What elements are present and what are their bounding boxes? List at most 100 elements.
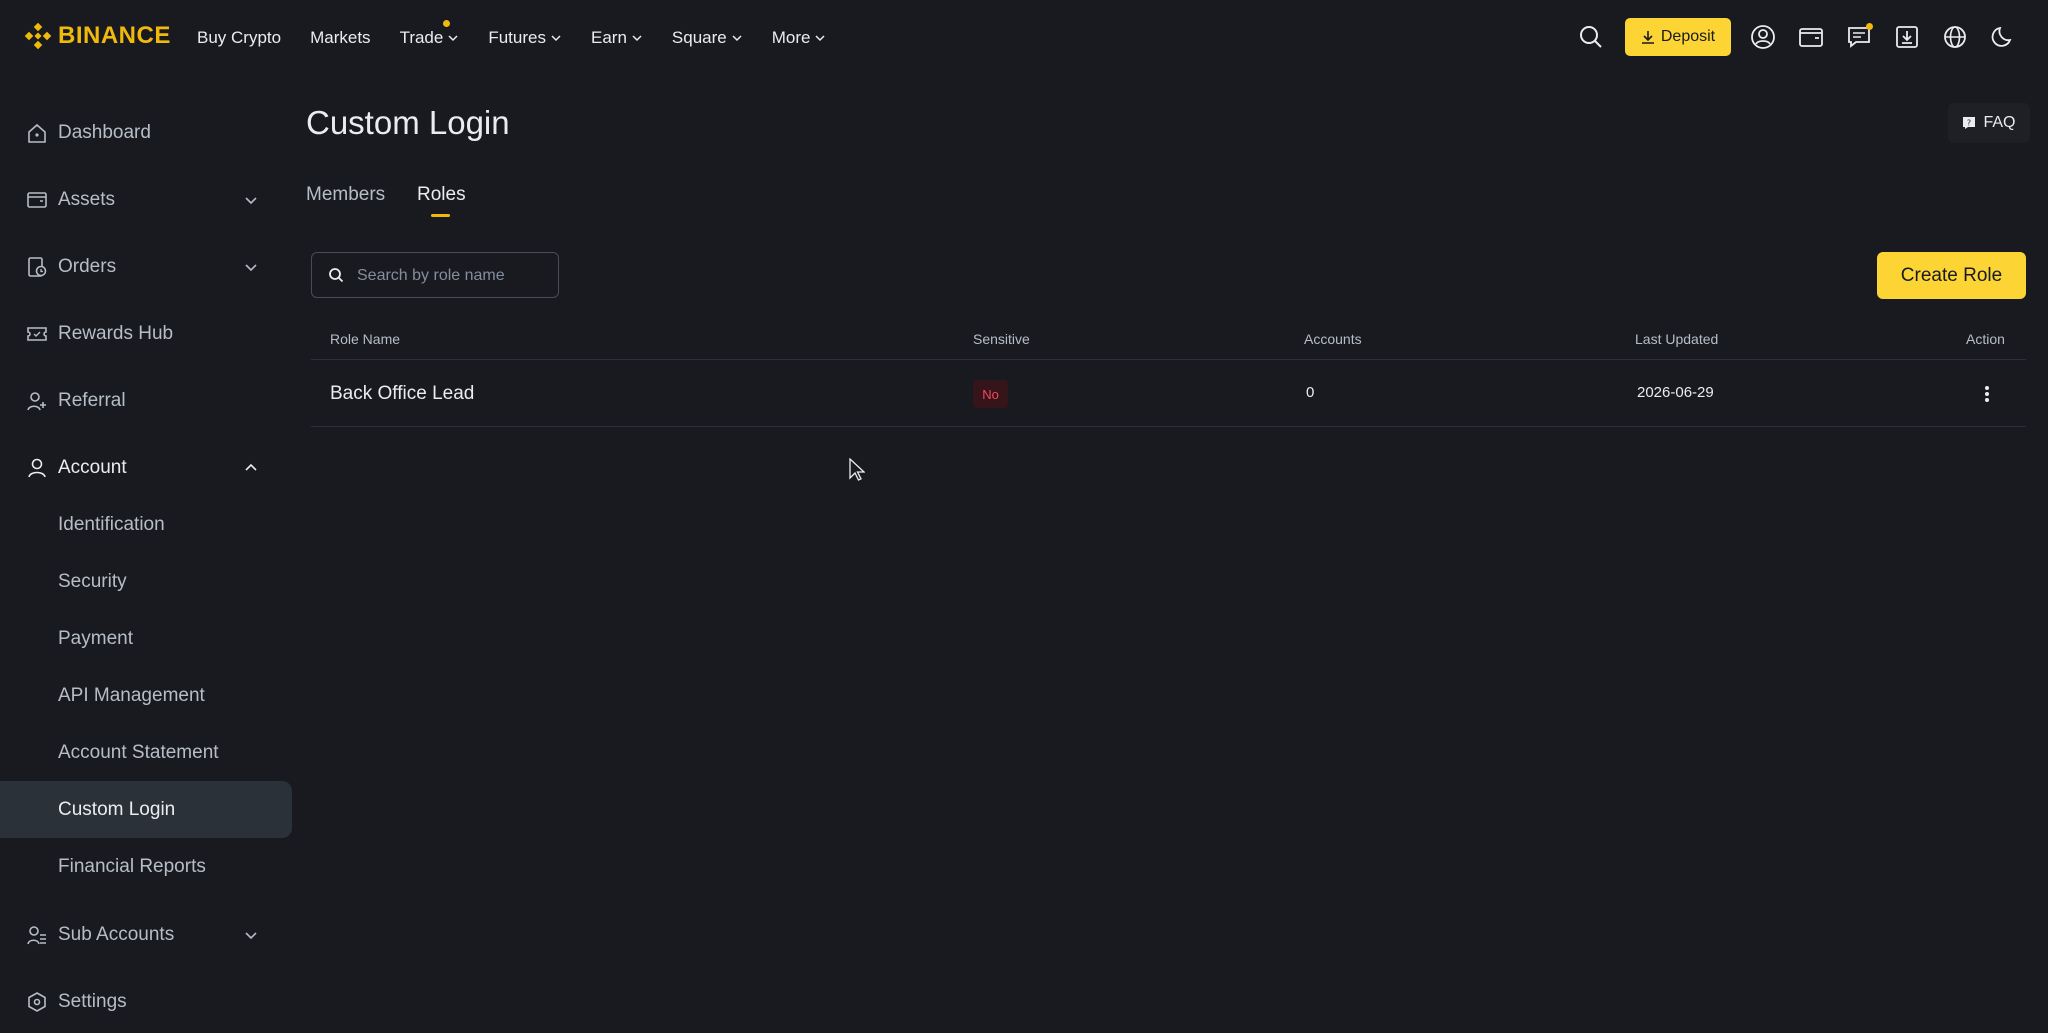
sidebar-item-dashboard[interactable]: Dashboard xyxy=(0,111,292,155)
nav-trade[interactable]: Trade xyxy=(399,19,460,48)
sidebar-sub-label: Security xyxy=(58,570,127,592)
svg-text:?: ? xyxy=(1967,119,1971,128)
sidebar-sub-label: Account Statement xyxy=(58,741,219,763)
chevron-down-icon xyxy=(245,264,257,272)
accounts-cell: 0 xyxy=(1306,384,1315,401)
top-navigation: BINANCE Buy Crypto Markets Trade Futures… xyxy=(0,0,2048,75)
notification-dot xyxy=(1866,23,1873,30)
mouse-cursor-icon xyxy=(849,458,865,481)
column-header-action: Action xyxy=(1966,331,2005,347)
sidebar-item-sub-accounts[interactable]: Sub Accounts xyxy=(0,913,292,957)
sidebar-item-label: Dashboard xyxy=(58,122,151,143)
sidebar-sub-identification[interactable]: Identification xyxy=(0,496,292,553)
orders-icon xyxy=(28,257,47,277)
search-button[interactable] xyxy=(1576,22,1606,52)
chevron-down-icon xyxy=(448,34,458,41)
table-divider xyxy=(311,426,2026,427)
chevron-down-icon xyxy=(245,932,257,940)
download-app-button[interactable] xyxy=(1892,22,1922,52)
nav-buy-crypto[interactable]: Buy Crypto xyxy=(197,28,281,48)
tab-members[interactable]: Members xyxy=(306,184,385,206)
ticket-icon xyxy=(27,327,47,341)
sidebar-item-referral[interactable]: Referral xyxy=(0,379,292,423)
sidebar-item-label: Sub Accounts xyxy=(58,924,175,945)
sidebar-sub-account-statement[interactable]: Account Statement xyxy=(0,724,292,781)
sidebar-item-rewards-hub[interactable]: Rewards Hub xyxy=(0,312,292,356)
nav-square[interactable]: Square xyxy=(672,28,743,48)
create-role-button[interactable]: Create Role xyxy=(1877,252,2026,299)
sidebar: Dashboard Assets Orders Rewards Hub Refe… xyxy=(0,75,292,1033)
brand-logo[interactable]: BINANCE xyxy=(24,22,171,50)
chevron-down-icon xyxy=(245,197,257,205)
sidebar-sub-security[interactable]: Security xyxy=(0,553,292,610)
sidebar-sub-label: API Management xyxy=(58,684,205,706)
page-title: Custom Login xyxy=(306,104,510,141)
sidebar-sub-financial-reports[interactable]: Financial Reports xyxy=(0,838,292,895)
nav-futures[interactable]: Futures xyxy=(488,28,562,48)
wallet-button[interactable] xyxy=(1796,22,1826,52)
globe-icon xyxy=(1944,26,1966,48)
active-tab-indicator xyxy=(431,214,450,217)
sidebar-item-orders[interactable]: Orders xyxy=(0,245,292,289)
column-header-accounts: Accounts xyxy=(1304,331,1362,347)
brand-name: BINANCE xyxy=(58,22,171,49)
nav-earn[interactable]: Earn xyxy=(591,28,643,48)
sidebar-sub-label: Custom Login xyxy=(58,798,176,820)
sidebar-item-assets[interactable]: Assets xyxy=(0,178,292,222)
language-button[interactable] xyxy=(1940,22,1970,52)
column-header-role-name: Role Name xyxy=(330,331,401,347)
search-icon xyxy=(329,268,344,283)
column-header-sensitive: Sensitive xyxy=(973,331,1030,347)
sidebar-item-label: Settings xyxy=(58,991,127,1012)
sidebar-item-label: Assets xyxy=(58,189,116,210)
search-container xyxy=(311,252,559,299)
sidebar-sub-payment[interactable]: Payment xyxy=(0,610,292,667)
faq-button[interactable]: ? FAQ xyxy=(1948,103,2030,143)
sidebar-item-account[interactable]: Account xyxy=(0,446,292,490)
user-icon xyxy=(1751,25,1775,49)
wallet-icon xyxy=(1799,28,1823,47)
last-updated-cell: 2026-06-29 xyxy=(1637,384,1714,401)
chevron-down-icon xyxy=(732,34,742,41)
messages-button[interactable] xyxy=(1844,22,1874,52)
home-icon xyxy=(28,123,46,143)
deposit-label: Deposit xyxy=(1660,28,1716,45)
sidebar-sub-api-management[interactable]: API Management xyxy=(0,667,292,724)
search-input[interactable] xyxy=(355,253,555,299)
sidebar-sub-label: Payment xyxy=(58,627,133,649)
tab-roles[interactable]: Roles xyxy=(417,184,466,206)
row-action-menu-button[interactable] xyxy=(1975,380,1999,408)
download-icon xyxy=(1641,31,1654,44)
person-icon xyxy=(28,458,46,478)
nav-square-label: Square xyxy=(671,27,727,47)
nav-markets[interactable]: Markets xyxy=(310,28,370,48)
status-badge: No xyxy=(973,380,1008,408)
sidebar-item-label: Referral xyxy=(58,390,126,411)
sub-accounts-icon xyxy=(27,926,46,945)
chevron-down-icon xyxy=(551,34,561,41)
nav-more[interactable]: More xyxy=(772,28,827,48)
profile-button[interactable] xyxy=(1748,22,1778,52)
help-icon: ? xyxy=(1963,117,1976,129)
user-plus-icon xyxy=(27,392,46,411)
role-name-cell: Back Office Lead xyxy=(330,383,475,404)
sidebar-item-label: Account xyxy=(58,457,127,478)
main-menu: Buy Crypto Markets Trade Futures Earn Sq… xyxy=(197,0,855,75)
nav-trade-label: Trade xyxy=(399,27,444,47)
column-header-last-updated: Last Updated xyxy=(1635,331,1719,347)
chevron-up-icon xyxy=(245,463,257,471)
more-vertical-icon xyxy=(1985,386,1989,402)
sidebar-sub-label: Financial Reports xyxy=(58,855,206,877)
moon-icon xyxy=(1991,26,2012,47)
sidebar-item-label: Orders xyxy=(58,256,117,277)
notification-dot xyxy=(442,19,450,27)
faq-label: FAQ xyxy=(1983,114,2016,131)
sidebar-item-label: Rewards Hub xyxy=(58,323,174,344)
sidebar-sub-custom-login[interactable]: Custom Login xyxy=(0,781,292,838)
chevron-down-icon xyxy=(815,34,825,41)
deposit-button[interactable]: Deposit xyxy=(1625,18,1731,56)
search-icon xyxy=(1580,26,1602,48)
settings-icon xyxy=(28,992,46,1012)
theme-toggle-button[interactable] xyxy=(1988,22,2018,52)
sidebar-item-settings[interactable]: Settings xyxy=(0,980,292,1024)
